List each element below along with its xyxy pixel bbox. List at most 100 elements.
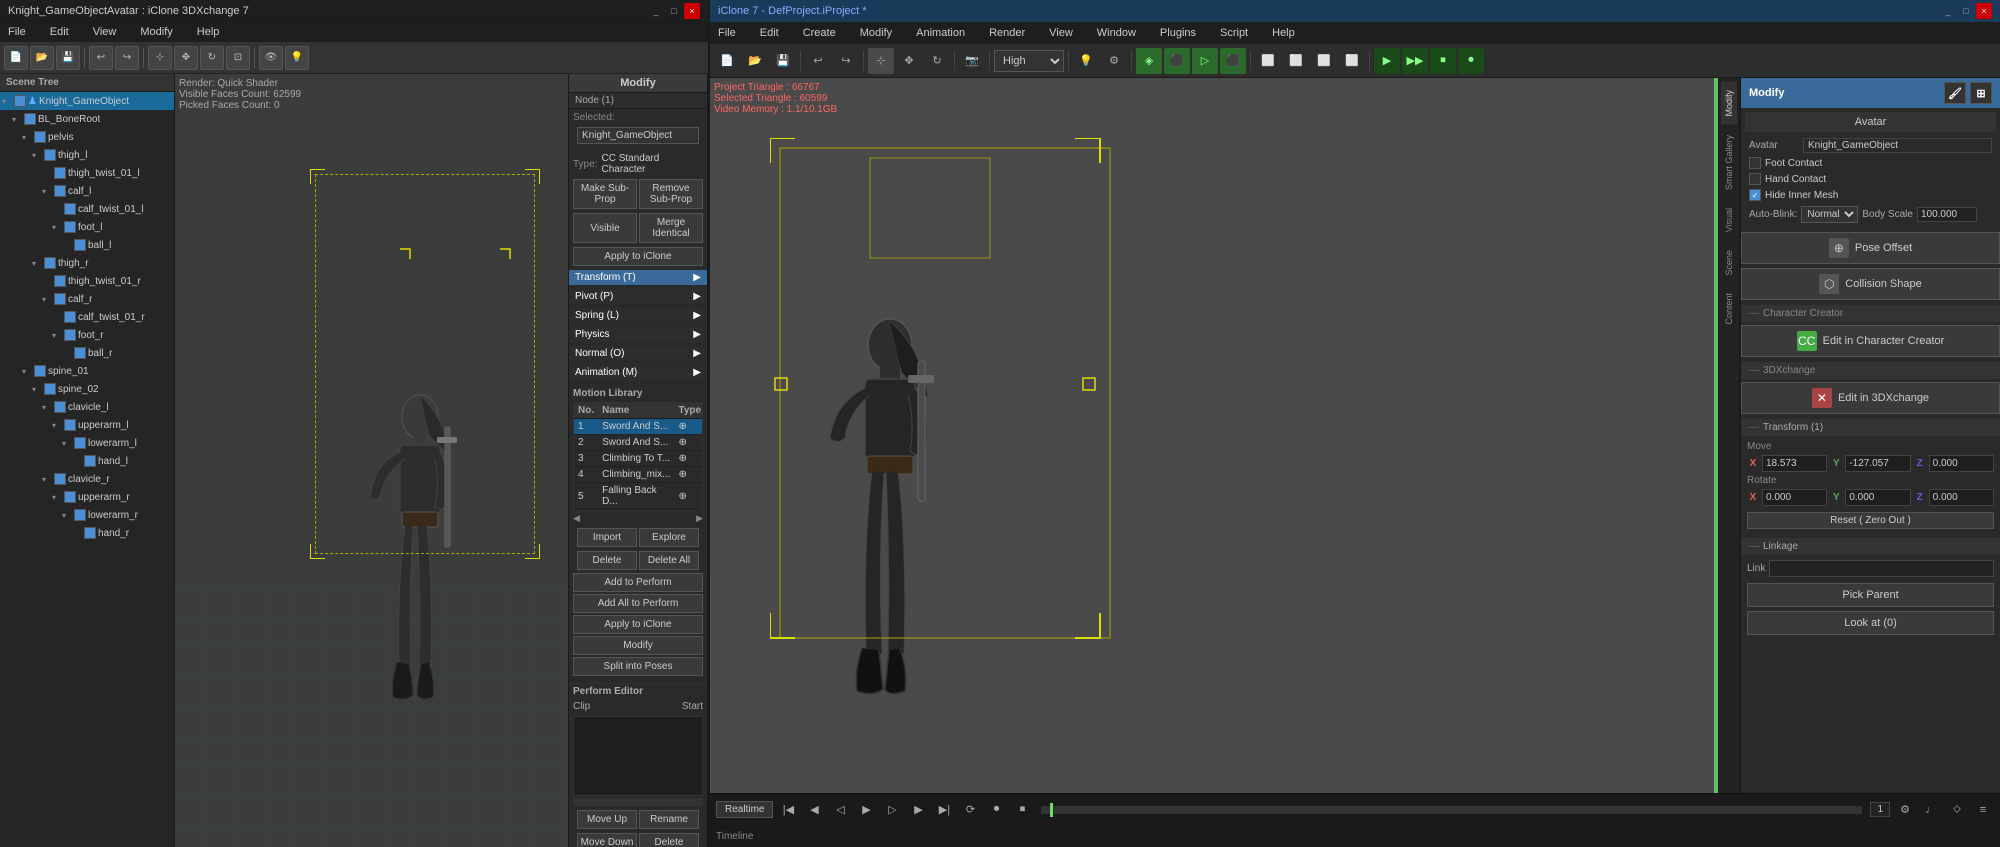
merge-identical-btn[interactable]: Merge Identical: [639, 213, 703, 243]
move-z-input[interactable]: [1929, 455, 1994, 472]
redo-btn[interactable]: ↪: [115, 46, 139, 70]
perform-scrollbar[interactable]: [573, 798, 703, 806]
ic-tb-r1[interactable]: ⬜: [1255, 48, 1281, 74]
body-scale-input[interactable]: [1917, 207, 1977, 222]
tl-fwd-step[interactable]: ▷: [881, 799, 903, 821]
make-sub-prop-btn[interactable]: Make Sub-Prop: [573, 179, 637, 209]
ic-menu-create[interactable]: Create: [799, 27, 840, 39]
cb[interactable]: [64, 221, 76, 233]
cb[interactable]: [54, 275, 66, 287]
motion-row-1[interactable]: 1 Sword And S... ⊕ 157: [574, 419, 703, 435]
cb[interactable]: [44, 257, 56, 269]
open-btn[interactable]: 📂: [30, 46, 54, 70]
menu-file[interactable]: File: [4, 26, 30, 38]
tl-end[interactable]: ▶|: [933, 799, 955, 821]
timeline-track[interactable]: [1041, 806, 1862, 814]
modify-btn[interactable]: Modify: [573, 636, 703, 655]
dxchange-viewport[interactable]: Render: Quick Shader Visible Faces Count…: [175, 74, 568, 847]
ti[interactable]: ▾ upperarm_r: [0, 488, 174, 506]
ic-menu-help[interactable]: Help: [1268, 27, 1299, 39]
tree-item-thighl[interactable]: ▾ thigh_l: [0, 146, 174, 164]
checkbox-thighl[interactable]: [44, 149, 56, 161]
ti[interactable]: hand_l: [0, 452, 174, 470]
edit-in-3dx-btn[interactable]: ✕ Edit in 3DXchange: [1741, 382, 2000, 414]
maximize-btn[interactable]: □: [666, 3, 682, 19]
ic-tb-save[interactable]: 💾: [770, 48, 796, 74]
spring-header[interactable]: Spring (L) ▶: [569, 308, 707, 323]
apply-iclone2-btn[interactable]: Apply to iClone: [573, 615, 703, 634]
ic-menu-edit[interactable]: Edit: [756, 27, 783, 39]
tl-extra[interactable]: ≡: [1972, 799, 1994, 821]
tree-item-calfl[interactable]: ▾ calf_l: [0, 182, 174, 200]
cb[interactable]: [64, 203, 76, 215]
ti[interactable]: ▾ clavicle_r: [0, 470, 174, 488]
tl-record[interactable]: ⏺: [985, 799, 1007, 821]
tl-stop[interactable]: ⏹: [1011, 799, 1033, 821]
cb[interactable]: [34, 365, 46, 377]
motion-row-3[interactable]: 3 Climbing To T... ⊕ 241: [574, 451, 703, 467]
ic-tb-r3[interactable]: ⬜: [1311, 48, 1337, 74]
checkbox-knight[interactable]: [14, 95, 26, 107]
cb[interactable]: [84, 527, 96, 539]
ic-menu-animation[interactable]: Animation: [912, 27, 969, 39]
tree-item-thighr[interactable]: ▾ thigh_r: [0, 254, 174, 272]
link-input[interactable]: [1769, 560, 1994, 577]
select-btn[interactable]: ⊹: [148, 46, 172, 70]
visible-btn[interactable]: Visible: [573, 213, 637, 243]
move-up-btn[interactable]: Move Up: [577, 810, 637, 829]
scale-btn[interactable]: ⊡: [226, 46, 250, 70]
tl-marker[interactable]: ⬦: [1946, 799, 1968, 821]
motion-table-wrap[interactable]: No. Name Type Leng 1 Sword A: [573, 402, 703, 511]
ic-tb-rotate[interactable]: ↻: [924, 48, 950, 74]
ic-tb-anim4[interactable]: ⏺: [1458, 48, 1484, 74]
foot-contact-checkbox[interactable]: [1749, 157, 1761, 169]
edit-in-cc-btn[interactable]: CC Edit in Character Creator: [1741, 325, 2000, 357]
perform-area[interactable]: [573, 716, 703, 796]
tl-back-step[interactable]: ◁: [829, 799, 851, 821]
ic-tb-anim1[interactable]: ▶: [1374, 48, 1400, 74]
scroll-right[interactable]: ▶: [696, 513, 703, 524]
ti[interactable]: ▾ lowerarm_r: [0, 506, 174, 524]
minimize-btn[interactable]: _: [648, 3, 664, 19]
cb[interactable]: [74, 347, 86, 359]
cb[interactable]: [54, 401, 66, 413]
ti[interactable]: ▾ spine_02: [0, 380, 174, 398]
ic-tb-g3[interactable]: ▷: [1192, 48, 1218, 74]
rotate-z-input[interactable]: [1929, 489, 1994, 506]
tl-metronome[interactable]: ♩: [1920, 799, 1942, 821]
hide-inner-mesh-checkbox[interactable]: ✓: [1749, 189, 1761, 201]
vtab-modify[interactable]: Modify: [1721, 82, 1737, 125]
ti[interactable]: ▾ clavicle_l: [0, 398, 174, 416]
undo-btn[interactable]: ↩: [89, 46, 113, 70]
vtab-smart-gallery[interactable]: Smart Gallery: [1721, 127, 1737, 198]
light-btn[interactable]: 💡: [285, 46, 309, 70]
ti[interactable]: ▾ upperarm_l: [0, 416, 174, 434]
grid-icon-btn[interactable]: ⊞: [1970, 82, 1992, 104]
ic-tb-r4[interactable]: ⬜: [1339, 48, 1365, 74]
checkbox-boneroot[interactable]: [24, 113, 36, 125]
realtime-btn[interactable]: Realtime: [716, 801, 773, 818]
ic-tb-redo[interactable]: ↪: [833, 48, 859, 74]
ic-tb-settings[interactable]: ⚙: [1101, 48, 1127, 74]
ti[interactable]: ball_r: [0, 344, 174, 362]
ic-menu-file[interactable]: File: [714, 27, 740, 39]
motion-row-2[interactable]: 2 Sword And S... ⊕: [574, 435, 703, 451]
pick-parent-btn[interactable]: Pick Parent: [1747, 583, 1994, 607]
tree-item-knight[interactable]: ▾ ♟ Knight_GameObject: [0, 92, 174, 110]
brush-icon-btn[interactable]: 🖌: [1944, 82, 1966, 104]
ic-menu-render[interactable]: Render: [985, 27, 1029, 39]
ic-tb-anim2[interactable]: ▶▶: [1402, 48, 1428, 74]
cb[interactable]: [64, 329, 76, 341]
pose-offset-btn[interactable]: ⊕ Pose Offset: [1741, 232, 2000, 264]
import-btn[interactable]: Import: [577, 528, 637, 547]
ic-tb-select[interactable]: ⊹: [868, 48, 894, 74]
collision-shape-btn[interactable]: ⬡ Collision Shape: [1741, 268, 2000, 300]
tl-next[interactable]: ▶: [907, 799, 929, 821]
cb[interactable]: [44, 383, 56, 395]
ic-tb-r2[interactable]: ⬜: [1283, 48, 1309, 74]
tree-item-balll[interactable]: ball_l: [0, 236, 174, 254]
cb[interactable]: [74, 509, 86, 521]
look-at-btn[interactable]: Look at (0): [1747, 611, 1994, 635]
normal-header[interactable]: Normal (O) ▶: [569, 346, 707, 361]
iclone-viewport[interactable]: Project Triangle : 66767 Selected Triang…: [710, 78, 1718, 793]
